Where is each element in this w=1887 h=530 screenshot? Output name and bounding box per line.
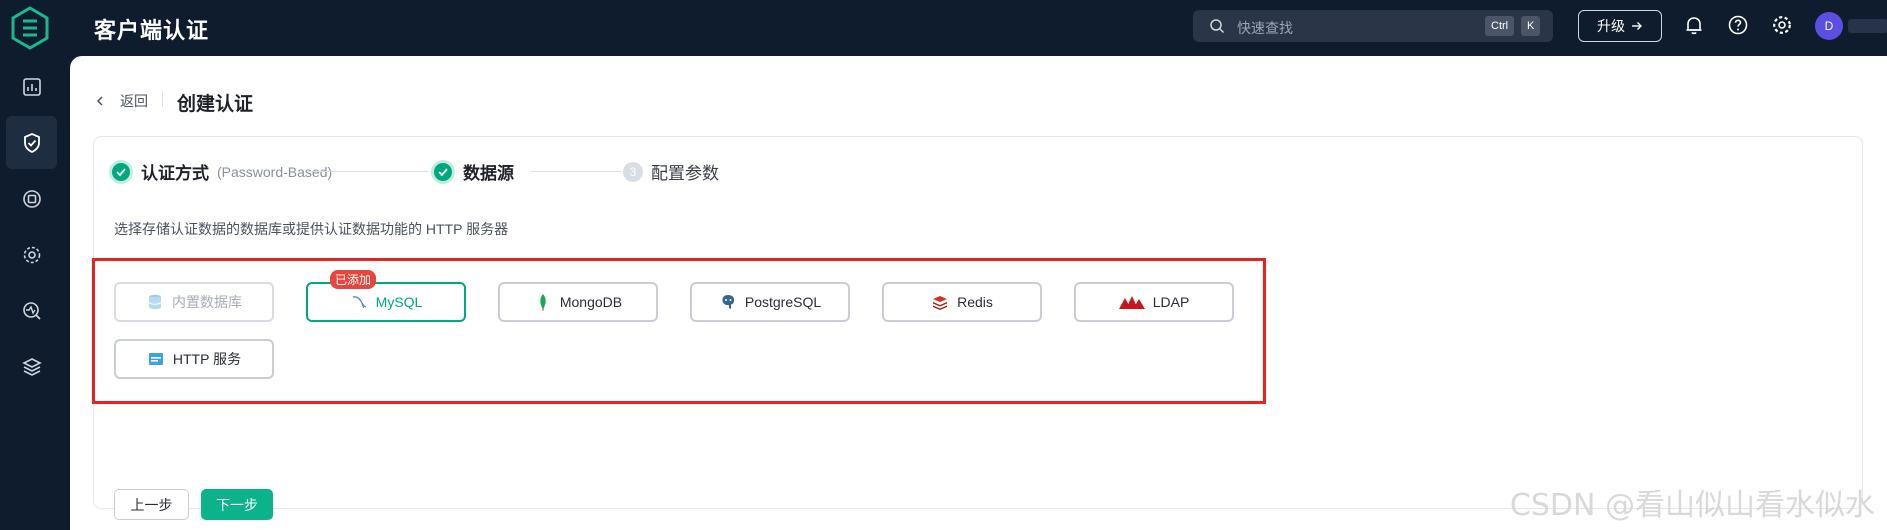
previous-step-button[interactable]: 上一步 [114,489,189,520]
upgrade-label: 升级 [1597,18,1625,34]
datasource-http-service[interactable]: HTTP 服务 [114,339,274,379]
datasource-description: 选择存储认证数据的数据库或提供认证数据功能的 HTTP 服务器 [114,221,509,237]
help-icon[interactable] [1727,14,1749,36]
next-step-button[interactable]: 下一步 [201,489,273,520]
form-card: 认证方式 (Password-Based) 数据源 3 配置参数 选择存储认证数… [92,136,1863,520]
settings-icon[interactable] [1771,14,1793,36]
divider [162,91,163,107]
step-label: 数据源 [463,164,514,183]
step-connector [308,171,428,172]
shield-icon [23,132,40,153]
shortcut-key-k: K [1521,16,1541,36]
datasource-label: LDAP [1152,294,1190,310]
logo-icon [11,6,49,50]
datasource-redis[interactable]: Redis [882,282,1042,322]
datasource-label: PostgreSQL [744,294,822,310]
datasource-highlight-box [92,258,1266,404]
main-content: 返回 创建认证 认证方式 (Password-Based) 数据源 3 配置参数… [70,56,1887,530]
step-connector [531,171,621,172]
step-number-badge: 3 [623,161,643,182]
datasource-label: 内置数据库 [172,294,242,310]
datasource-mongodb[interactable]: MongoDB [498,282,658,322]
datasource-label: Redis [957,294,993,310]
search-input[interactable]: 快速查找 Ctrl K [1193,10,1553,42]
upgrade-button[interactable]: 升级 [1578,10,1662,42]
step-label: 配置参数 [651,164,719,183]
sidebar-item-management[interactable] [6,228,57,281]
datasource-mysql[interactable]: MySQL [306,282,466,322]
arrow-right-icon [1632,22,1642,30]
avatar-name-redacted [1848,19,1887,33]
gear-icon [23,246,40,263]
ldap-icon [1118,296,1145,309]
datasource-ldap[interactable]: LDAP [1074,282,1234,322]
search-placeholder: 快速查找 [1237,20,1293,36]
added-badge: 已添加 [330,270,377,289]
top-bar: 客户端认证 快速查找 Ctrl K 升级 D [70,0,1887,56]
layers-icon [21,357,42,376]
back-link[interactable]: 返回 [94,91,148,111]
datasource-builtin-database: 内置数据库 [114,282,274,322]
back-label: 返回 [120,93,148,109]
sidebar-item-monitoring[interactable] [6,284,57,337]
avatar[interactable]: D [1815,12,1843,40]
page-title: 创建认证 [177,94,254,115]
monitor-search-icon [22,301,41,320]
sidebar [0,0,70,530]
sidebar-item-dashboard[interactable] [6,60,57,113]
redis-icon [933,296,948,310]
datasource-label: MongoDB [559,294,623,310]
sidebar-item-extensions[interactable] [6,340,57,393]
app-title: 客户端认证 [94,18,210,43]
mysql-icon [352,296,366,309]
check-icon [438,167,448,176]
step-label: 认证方式 [141,164,209,183]
http-icon [148,353,163,365]
shortcut-key-ctrl: Ctrl [1485,16,1515,36]
postgresql-icon [722,295,734,309]
bell-icon[interactable] [1683,14,1705,36]
datasource-label: HTTP 服务 [172,351,242,367]
step-config-params: 3 配置参数 [623,159,719,184]
datasource-label: MySQL [375,294,423,310]
step-done-dot [109,159,133,184]
watermark: CSDN @看山似山看水似水 [1509,488,1875,523]
check-icon [116,167,126,176]
sidebar-item-access-control[interactable] [6,116,57,169]
integration-icon [22,189,41,208]
mongodb-icon [540,294,546,311]
sidebar-item-integration[interactable] [6,172,57,225]
step-datasource: 数据源 [431,159,514,184]
search-icon [1210,19,1225,34]
datasource-postgresql[interactable]: PostgreSQL [690,282,850,322]
chart-icon [22,77,41,96]
database-icon [148,294,162,310]
step-done-dot [431,159,455,184]
step-auth-method: 认证方式 (Password-Based) [109,159,332,184]
chevron-left-icon [96,96,103,106]
